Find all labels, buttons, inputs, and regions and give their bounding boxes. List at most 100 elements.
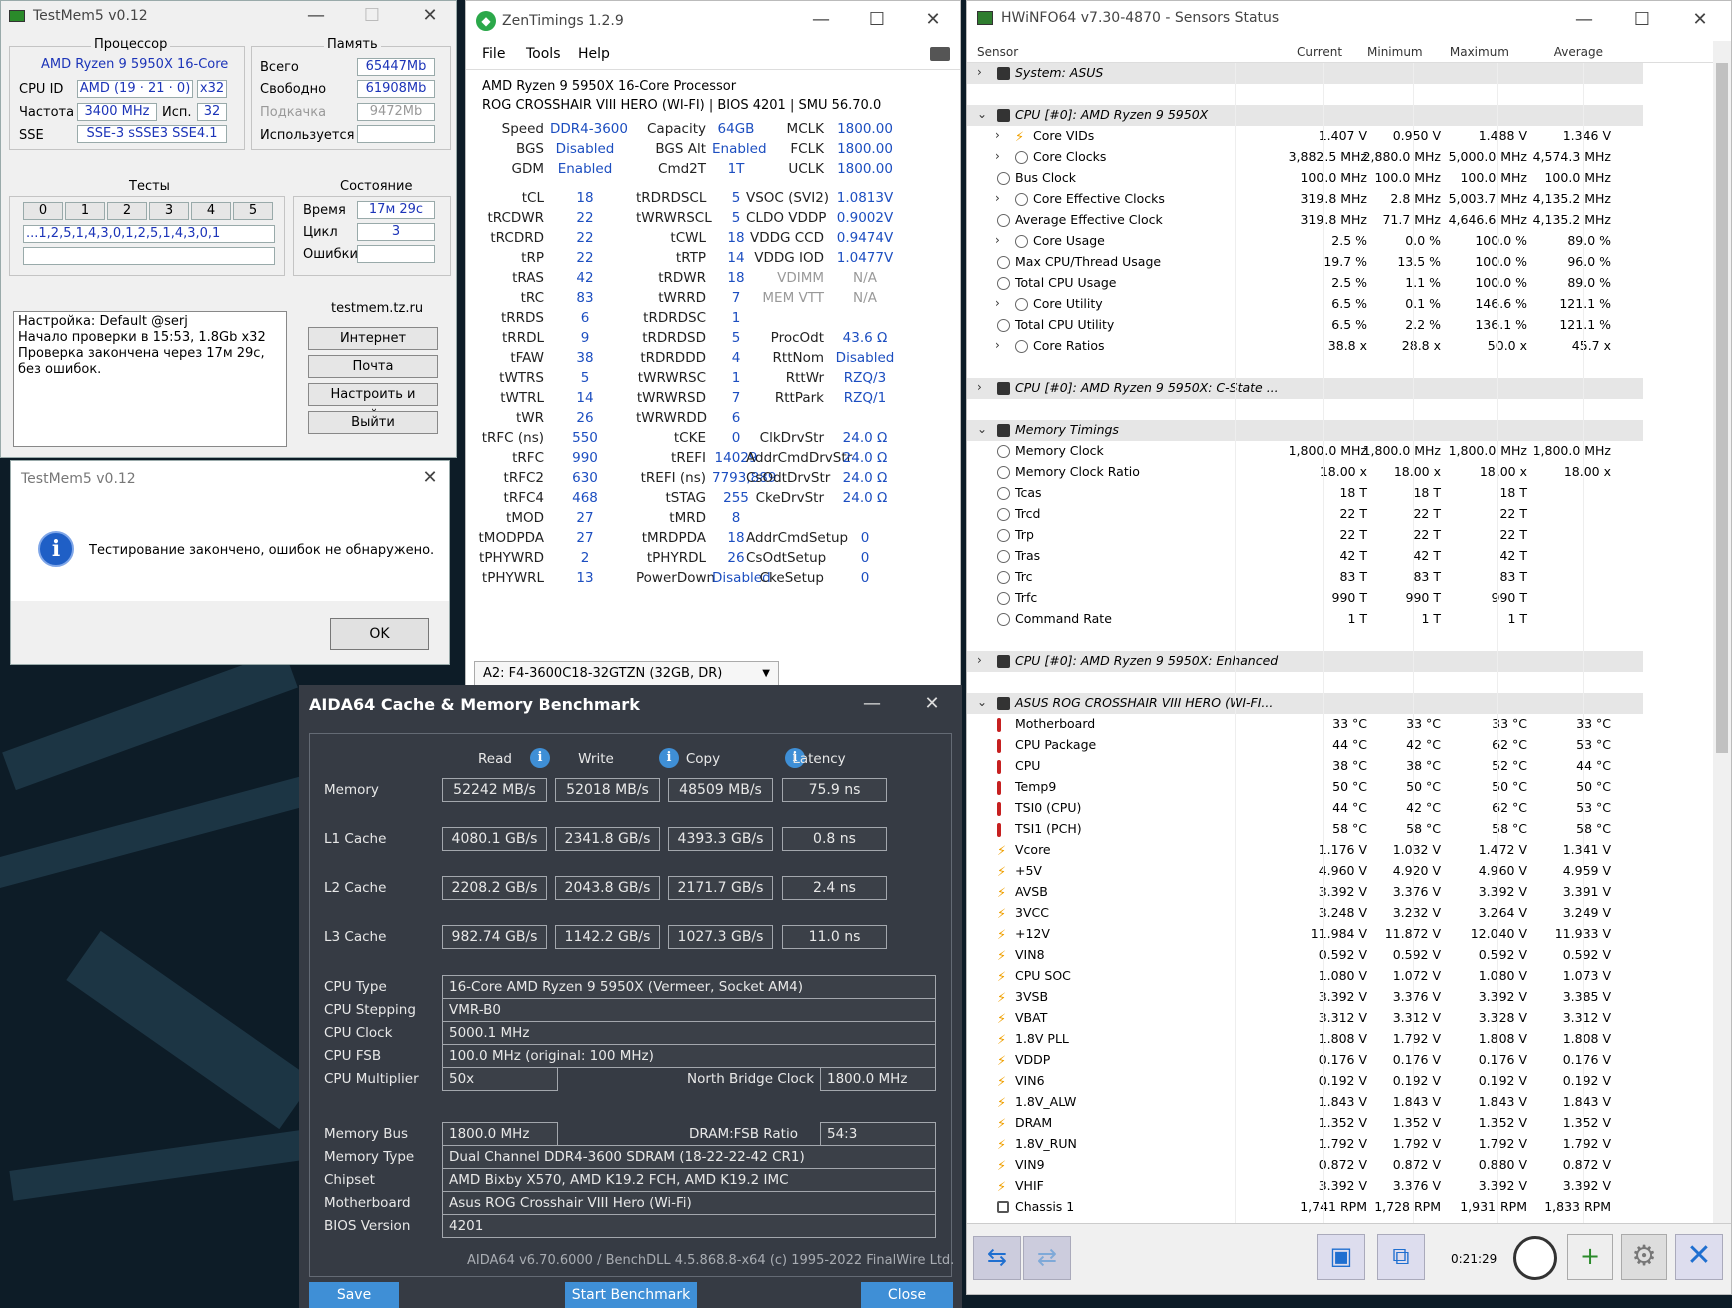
test-button-2[interactable]: 2	[107, 202, 147, 220]
sensor-row[interactable]: ⚡ VIN9 0.872 V 0.872 V 0.880 V 0.872 V	[967, 1155, 1643, 1176]
menu-file[interactable]: File	[482, 46, 505, 62]
sensor-row[interactable]: Trfc 990 T 990 T 990 T	[967, 588, 1643, 609]
add-report-icon[interactable]: +	[1567, 1234, 1613, 1280]
close-icon[interactable]: ✕	[917, 693, 947, 714]
sensor-row[interactable]: ⚡ Vcore 1.176 V 1.032 V 1.472 V 1.341 V	[967, 840, 1643, 861]
expand-chevron-icon[interactable]: ›	[995, 191, 1000, 205]
expand-chevron-icon[interactable]: ›	[977, 65, 982, 79]
sensor-group-row[interactable]: ⌄ Memory Timings	[967, 420, 1643, 441]
sensor-row[interactable]: ⚡ AVSB 3.392 V 3.376 V 3.392 V 3.391 V	[967, 882, 1643, 903]
sensor-row[interactable]: ⚡ DRAM 1.352 V 1.352 V 1.352 V 1.352 V	[967, 1113, 1643, 1134]
sensor-row[interactable]: Memory Clock 1,800.0 MHz 1,800.0 MHz 1,800.…	[967, 441, 1643, 462]
test-button-4[interactable]: 4	[191, 202, 231, 220]
internet-button[interactable]: Интернет	[308, 327, 438, 350]
test-button-3[interactable]: 3	[149, 202, 189, 220]
sensor-row[interactable]: TSI0 (CPU) 44 °C 42 °C 62 °C 53 °C	[967, 798, 1643, 819]
sensor-row[interactable]: Total CPU Usage 2.5 % 1.1 % 100.0 % 89.0 %	[967, 273, 1643, 294]
sensor-row[interactable]: › ⚡ Core VIDs 1.407 V 0.950 V 1.488 V 1.346 V	[967, 126, 1643, 147]
sensor-row[interactable]: Tras 42 T 42 T 42 T	[967, 546, 1643, 567]
clock-icon[interactable]	[1513, 1236, 1557, 1280]
sensor-row[interactable]: ⚡ 3VSB 3.392 V 3.376 V 3.392 V 3.385 V	[967, 987, 1643, 1008]
expand-chevron-icon[interactable]: ›	[995, 338, 1000, 352]
close-icon[interactable]: ✕	[918, 9, 948, 30]
screenshot-camera-icon[interactable]	[930, 47, 950, 61]
test-button-0[interactable]: 0	[23, 202, 63, 220]
sensor-row[interactable]: Trp 22 T 22 T 22 T	[967, 525, 1643, 546]
maximize-icon[interactable]: ☐	[862, 9, 892, 30]
expand-chevron-icon[interactable]: ›	[995, 149, 1000, 163]
sensor-row[interactable]: Trcd 22 T 22 T 22 T	[967, 504, 1643, 525]
column-minimum[interactable]: Minimum	[1367, 45, 1423, 59]
save-button[interactable]: Save	[309, 1282, 399, 1308]
expand-chevron-icon[interactable]: ›	[977, 653, 982, 667]
sensor-row[interactable]: CPU Package 44 °C 42 °C 62 °C 53 °C	[967, 735, 1643, 756]
sensor-row[interactable]: CPU 38 °C 38 °C 52 °C 44 °C	[967, 756, 1643, 777]
expand-chevron-icon[interactable]: ›	[995, 128, 1000, 142]
minimize-icon[interactable]: —	[857, 693, 887, 714]
monitor-icon[interactable]: ▣	[1317, 1234, 1365, 1280]
scrollbar-thumb[interactable]	[1716, 63, 1728, 753]
vertical-scrollbar[interactable]	[1713, 41, 1731, 1223]
nav-arrows-icon[interactable]: ⇆	[973, 1236, 1021, 1280]
sensor-group-row[interactable]: › CPU [#0]: AMD Ryzen 9 5950X: C-State ..…	[967, 378, 1643, 399]
sensor-row[interactable]: ⚡ VHIF 3.392 V 3.376 V 3.392 V 3.392 V	[967, 1176, 1643, 1197]
mail-button[interactable]: Почта	[308, 355, 438, 378]
dialog-close-icon[interactable]: ✕	[415, 467, 445, 488]
minimize-icon[interactable]: —	[1569, 9, 1599, 30]
sensor-row[interactable]: › Core Effective Clocks 319.8 MHz 2.8 MHz 5,…	[967, 189, 1643, 210]
sensor-row[interactable]: ⚡ 1.8V_ALW 1.843 V 1.843 V 1.843 V 1.843 V	[967, 1092, 1643, 1113]
test-button-1[interactable]: 1	[65, 202, 105, 220]
sensor-row[interactable]: Bus Clock 100.0 MHz 100.0 MHz 100.0 MHz 100.…	[967, 168, 1643, 189]
sensor-row[interactable]: ⚡ 1.8V_RUN 1.792 V 1.792 V 1.792 V 1.792 V	[967, 1134, 1643, 1155]
sensor-row[interactable]: ⚡ VDDP 0.176 V 0.176 V 0.176 V 0.176 V	[967, 1050, 1643, 1071]
column-average[interactable]: Average	[1547, 45, 1603, 59]
log-textbox[interactable]: Настройка: Default @serj Начало проверки…	[13, 311, 287, 447]
close-button[interactable]: Close	[861, 1282, 953, 1308]
settings-gear-icon[interactable]: ⚙	[1621, 1234, 1667, 1280]
sensor-row[interactable]: Memory Clock Ratio 18.00 x 18.00 x 18.00 x 1…	[967, 462, 1643, 483]
sensor-row[interactable]: Command Rate 1 T 1 T 1 T	[967, 609, 1643, 630]
column-sensor[interactable]: Sensor	[977, 45, 1018, 59]
collapse-chevron-icon[interactable]: ⌄	[977, 695, 987, 709]
sensor-row[interactable]: Motherboard 33 °C 33 °C 33 °C 33 °C	[967, 714, 1643, 735]
sensor-row[interactable]: TSI1 (PCH) 58 °C 58 °C 58 °C 58 °C	[967, 819, 1643, 840]
sensor-row[interactable]: Average Effective Clock 319.8 MHz 71.7 MHz…	[967, 210, 1643, 231]
sensor-row[interactable]: › Core Usage 2.5 % 0.0 % 100.0 % 89.0 %	[967, 231, 1643, 252]
sensor-row[interactable]: › Core Ratios 38.8 x 28.8 x 50.0 x 45.7 x	[967, 336, 1643, 357]
sensor-row[interactable]: Tcas 18 T 18 T 18 T	[967, 483, 1643, 504]
exit-button[interactable]: Выйти	[308, 411, 438, 434]
menu-tools[interactable]: Tools	[526, 46, 561, 62]
sensor-row[interactable]: ⚡ VIN8 0.592 V 0.592 V 0.592 V 0.592 V	[967, 945, 1643, 966]
expand-chevron-icon[interactable]: ›	[995, 296, 1000, 310]
sensor-row[interactable]: ⚡ VIN6 0.192 V 0.192 V 0.192 V 0.192 V	[967, 1071, 1643, 1092]
sensor-group-row[interactable]: ⌄ ASUS ROG CROSSHAIR VIII HERO (WI-FI...	[967, 693, 1643, 714]
sensor-row[interactable]: Max CPU/Thread Usage 19.7 % 13.5 % 100.0 % 9…	[967, 252, 1643, 273]
sensor-row[interactable]: Trc 83 T 83 T 83 T	[967, 567, 1643, 588]
collapse-chevron-icon[interactable]: ⌄	[977, 107, 987, 121]
site-link[interactable]: testmem.tz.ru	[331, 301, 423, 316]
configure-exit-button[interactable]: Настроить и выйти	[308, 383, 438, 423]
start-benchmark-button[interactable]: Start Benchmark	[565, 1282, 697, 1308]
ok-button[interactable]: OK	[330, 618, 429, 650]
dimm-select[interactable]: A2: F4-3600C18-32GTZN (32GB, DR) ▼	[474, 661, 779, 687]
sensor-row[interactable]: Temp9 50 °C 50 °C 50 °C 50 °C	[967, 777, 1643, 798]
sensor-row[interactable]: Total CPU Utility 6.5 % 2.2 % 136.1 % 121.1 …	[967, 315, 1643, 336]
expand-chevron-icon[interactable]: ›	[977, 380, 982, 394]
menu-help[interactable]: Help	[578, 46, 610, 62]
expand-chevron-icon[interactable]: ›	[995, 233, 1000, 247]
collapse-arrows-icon[interactable]: ⇄	[1023, 1236, 1071, 1280]
sensor-row[interactable]: › Core Utility 6.5 % 0.1 % 146.6 % 121.1 %	[967, 294, 1643, 315]
sensor-row[interactable]: › Core Clocks 3,882.5 MHz 2,880.0 MHz 5,000.…	[967, 147, 1643, 168]
sensor-row[interactable]: ⚡ +5V 4.960 V 4.920 V 4.960 V 4.959 V	[967, 861, 1643, 882]
network-icon[interactable]: ⧉	[1377, 1234, 1425, 1280]
maximize-icon[interactable]: ☐	[1627, 9, 1657, 30]
close-icon[interactable]: ✕	[415, 5, 445, 26]
sensor-row[interactable]: ⚡ +12V 11.984 V 11.872 V 12.040 V 11.933 V	[967, 924, 1643, 945]
sensor-group-row[interactable]: › CPU [#0]: AMD Ryzen 9 5950X: Enhanced	[967, 651, 1643, 672]
sensor-group-row[interactable]: › System: ASUS	[967, 63, 1643, 84]
sensor-row[interactable]: Chassis 1 1,741 RPM 1,728 RPM 1,931 RPM 1,83…	[967, 1197, 1643, 1218]
minimize-icon[interactable]: —	[301, 5, 331, 26]
collapse-chevron-icon[interactable]: ⌄	[977, 422, 987, 436]
sensor-row[interactable]: ⚡ CPU SOC 1.080 V 1.072 V 1.080 V 1.073 V	[967, 966, 1643, 987]
column-current[interactable]: Current	[1297, 45, 1342, 59]
